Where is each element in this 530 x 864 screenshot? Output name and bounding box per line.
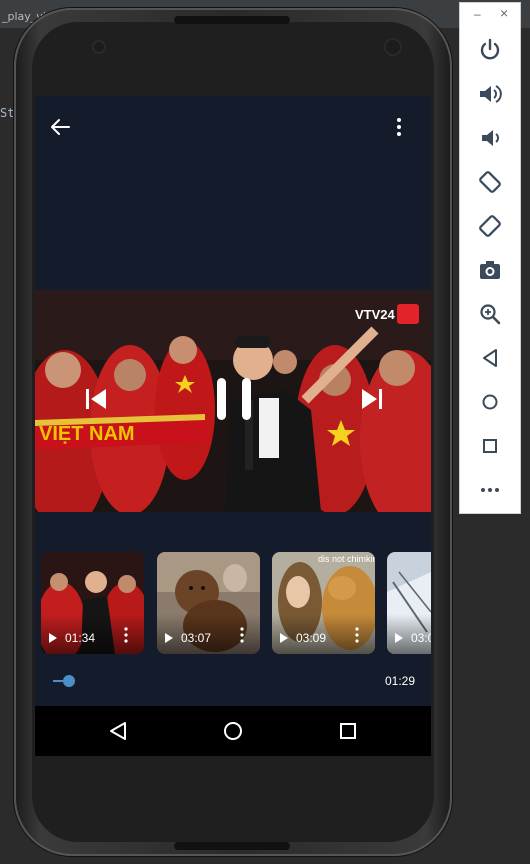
pause-icon[interactable] bbox=[213, 376, 255, 422]
overview-icon[interactable] bbox=[477, 433, 503, 459]
video-duration: 03:0 bbox=[411, 631, 431, 645]
video-player[interactable]: VIỆT NAM VTV24 bbox=[35, 290, 431, 512]
related-videos-list: 01:34 03:07 dis not chimkin 03:09 03: bbox=[41, 552, 431, 656]
related-video-card[interactable]: dis not chimkin 03:09 bbox=[272, 552, 375, 654]
previous-icon[interactable] bbox=[83, 386, 109, 412]
sensor bbox=[92, 40, 106, 54]
more-vertical-icon[interactable] bbox=[239, 627, 245, 643]
volume-down-icon[interactable] bbox=[477, 125, 503, 151]
more-icon[interactable] bbox=[477, 477, 503, 503]
current-time: 01:29 bbox=[385, 674, 416, 688]
top-app-bar bbox=[35, 96, 431, 156]
video-duration: 03:07 bbox=[181, 631, 212, 645]
home-icon[interactable] bbox=[477, 389, 503, 415]
front-camera bbox=[384, 38, 402, 56]
video-duration: 03:09 bbox=[296, 631, 327, 645]
camera-icon[interactable] bbox=[477, 257, 503, 283]
seek-thumb[interactable] bbox=[63, 675, 75, 687]
seek-progress bbox=[53, 680, 63, 682]
related-video-card[interactable]: 03:0 bbox=[387, 552, 431, 654]
back-icon[interactable] bbox=[477, 345, 503, 371]
thumbnail-caption: dis not chimkin bbox=[318, 554, 375, 564]
volume-up-icon[interactable] bbox=[477, 81, 503, 107]
play-icon bbox=[165, 633, 173, 643]
zoom-icon[interactable] bbox=[477, 301, 503, 327]
nav-back-icon[interactable] bbox=[109, 721, 127, 741]
more-vertical-icon[interactable] bbox=[354, 627, 360, 643]
related-video-card[interactable]: 03:07 bbox=[157, 552, 260, 654]
svg-text:VTV24: VTV24 bbox=[355, 307, 396, 322]
play-icon bbox=[280, 633, 288, 643]
rotate-right-icon[interactable] bbox=[477, 213, 503, 239]
video-duration: 01:34 bbox=[65, 631, 96, 645]
rotate-left-icon[interactable] bbox=[477, 169, 503, 195]
play-icon bbox=[49, 633, 57, 643]
more-vertical-icon[interactable] bbox=[389, 116, 409, 138]
close-button[interactable]: × bbox=[500, 5, 508, 21]
related-video-card[interactable]: 01:34 bbox=[41, 552, 144, 654]
banner-text: VIỆT NAM bbox=[39, 421, 135, 445]
play-icon bbox=[395, 633, 403, 643]
app-screen: VIỆT NAM VTV24 01:34 03:07 dis not chimk… bbox=[35, 96, 431, 756]
seek-track bbox=[51, 680, 391, 682]
more-vertical-icon[interactable] bbox=[123, 627, 129, 643]
seek-bar[interactable] bbox=[51, 668, 391, 694]
emulator-toolbar: – × bbox=[459, 2, 521, 514]
nav-home-icon[interactable] bbox=[223, 721, 243, 741]
vtv24-logo: VTV24 bbox=[355, 304, 419, 324]
android-navigation-bar bbox=[35, 706, 431, 756]
minimize-button[interactable]: – bbox=[474, 7, 481, 21]
top-speaker bbox=[174, 16, 290, 24]
next-icon[interactable] bbox=[359, 386, 385, 412]
power-icon[interactable] bbox=[477, 37, 503, 63]
nav-recents-icon[interactable] bbox=[339, 722, 357, 740]
bottom-speaker bbox=[174, 842, 290, 850]
arrow-left-icon[interactable] bbox=[49, 116, 71, 138]
ide-editor-text: St bbox=[0, 106, 15, 120]
